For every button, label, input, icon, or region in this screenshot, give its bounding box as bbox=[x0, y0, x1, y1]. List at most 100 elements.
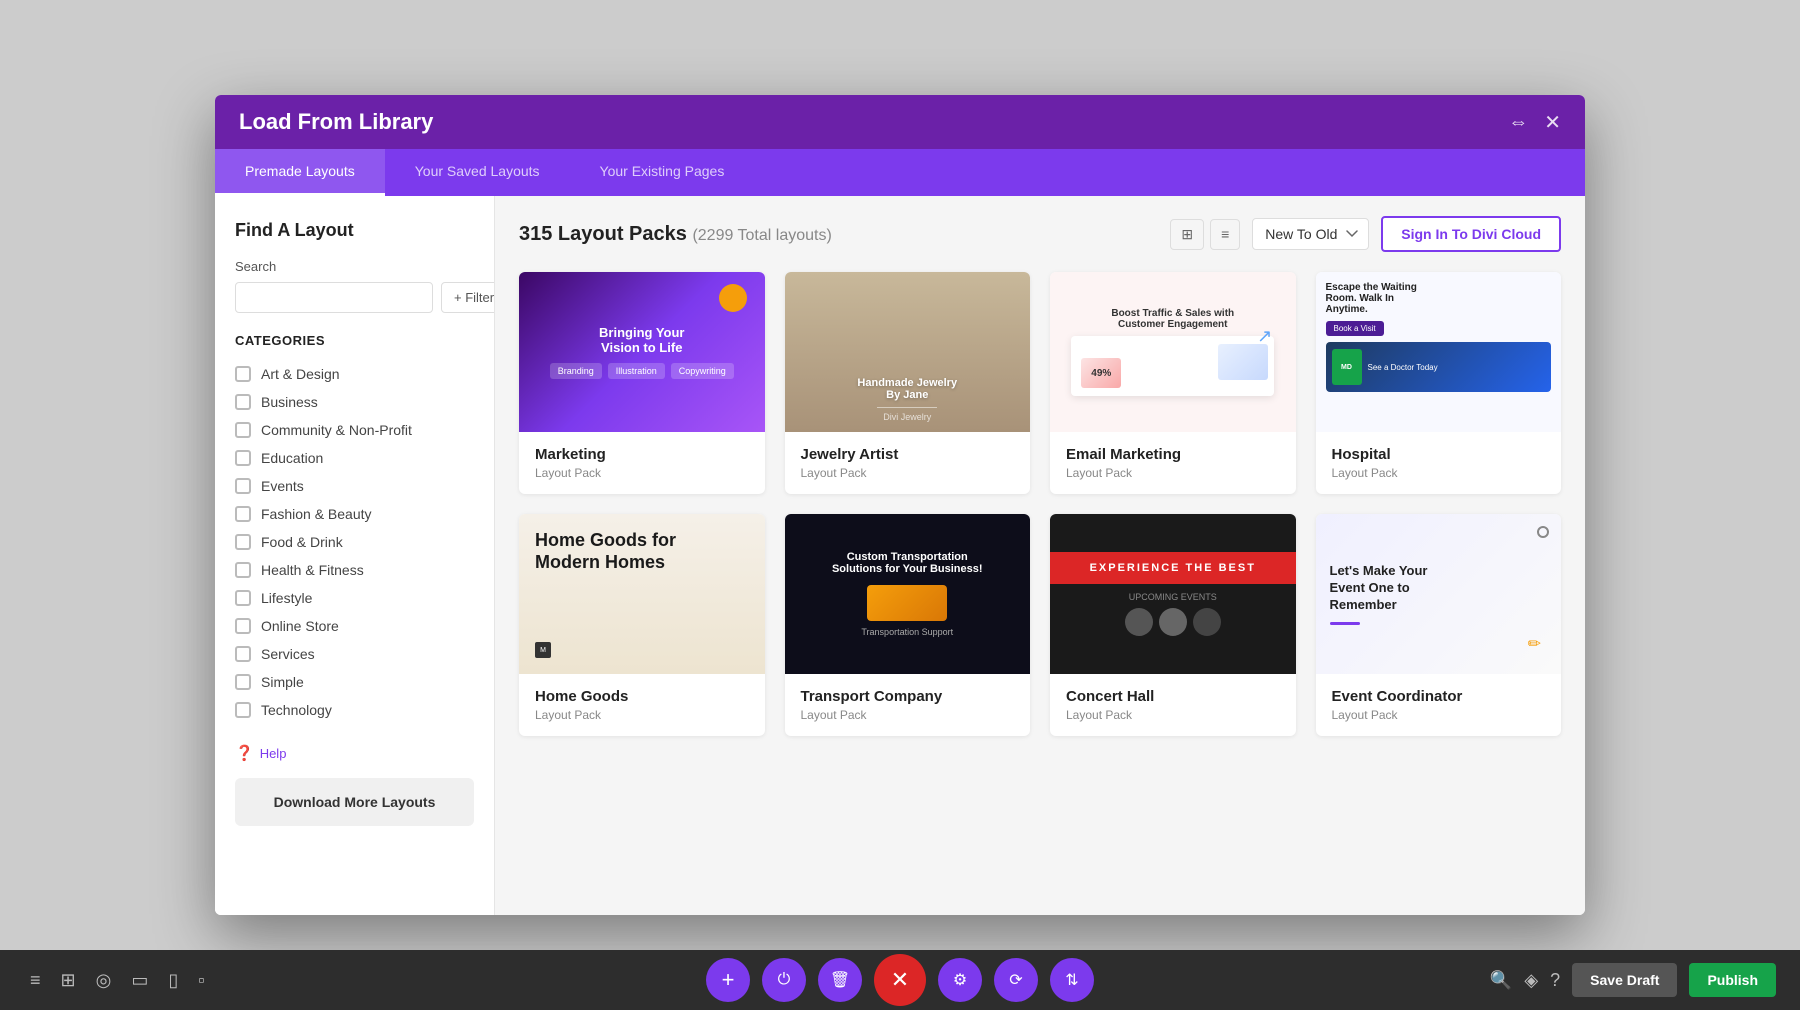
power-button[interactable]: ⏻ bbox=[762, 958, 806, 1002]
search-toolbar-icon[interactable]: 🔍 bbox=[1490, 970, 1512, 991]
tab-saved-layouts[interactable]: Your Saved Layouts bbox=[385, 149, 570, 196]
resize-button[interactable]: ⇔ bbox=[1508, 111, 1528, 134]
tab-bar: Premade Layouts Your Saved Layouts Your … bbox=[215, 149, 1585, 196]
card-image-jewelry-artist: Handmade JewelryBy Jane Divi Jewelry bbox=[785, 272, 1031, 432]
card-email-marketing[interactable]: Boost Traffic & Sales withCustomer Engag… bbox=[1050, 272, 1296, 494]
card-image-event-coordinator: Let's Make YourEvent One toRemember ✏ bbox=[1316, 514, 1562, 674]
category-name-simple: Simple bbox=[261, 674, 304, 690]
settings-button[interactable]: ⚙ bbox=[938, 958, 982, 1002]
search-row: + Filter bbox=[235, 282, 474, 313]
category-checkbox-services[interactable] bbox=[235, 646, 251, 662]
history-button[interactable]: ⟳ bbox=[994, 958, 1038, 1002]
grid-icon[interactable]: ⊞ bbox=[55, 964, 82, 997]
category-item-fashion-beauty[interactable]: Fashion & Beauty bbox=[235, 500, 474, 528]
publish-button[interactable]: Publish bbox=[1689, 963, 1776, 997]
modal-body: Find A Layout Search + Filter Categories… bbox=[215, 196, 1585, 915]
category-item-business[interactable]: Business bbox=[235, 388, 474, 416]
category-checkbox-lifestyle[interactable] bbox=[235, 590, 251, 606]
card-image-transport-company: Custom TransportationSolutions for Your … bbox=[785, 514, 1031, 674]
category-checkbox-education[interactable] bbox=[235, 450, 251, 466]
category-name-services: Services bbox=[261, 646, 315, 662]
category-name-education: Education bbox=[261, 450, 323, 466]
help-link[interactable]: ❓ Help bbox=[235, 744, 474, 762]
layers-icon[interactable]: ◈ bbox=[1524, 970, 1538, 991]
card-name-transport-company: Transport Company bbox=[801, 688, 1015, 705]
category-checkbox-business[interactable] bbox=[235, 394, 251, 410]
card-hospital[interactable]: Escape the WaitingRoom. Walk InAnytime. … bbox=[1316, 272, 1562, 494]
category-checkbox-events[interactable] bbox=[235, 478, 251, 494]
category-checkbox-health-fitness[interactable] bbox=[235, 562, 251, 578]
category-checkbox-art-design[interactable] bbox=[235, 366, 251, 382]
tab-existing-pages[interactable]: Your Existing Pages bbox=[570, 149, 755, 196]
category-name-art-design: Art & Design bbox=[261, 366, 340, 382]
category-item-health-fitness[interactable]: Health & Fitness bbox=[235, 556, 474, 584]
sign-in-button[interactable]: Sign In To Divi Cloud bbox=[1381, 216, 1561, 252]
card-home-goods[interactable]: Home Goods forModern Homes M Home Goods … bbox=[519, 514, 765, 736]
card-concert-hall[interactable]: EXPERIENCE THE BEST UPCOMING EVENTS Conc… bbox=[1050, 514, 1296, 736]
grid-view-button[interactable]: ⊞ bbox=[1170, 219, 1204, 250]
search-input[interactable] bbox=[235, 282, 433, 313]
download-more-title: Download More Layouts bbox=[251, 794, 458, 810]
list-view-button[interactable]: ≡ bbox=[1210, 219, 1240, 250]
card-event-coordinator[interactable]: Let's Make YourEvent One toRemember ✏ Ev… bbox=[1316, 514, 1562, 736]
layout-count-title: 315 Layout Packs (2299 Total layouts) bbox=[519, 223, 832, 245]
category-item-education[interactable]: Education bbox=[235, 444, 474, 472]
category-item-community[interactable]: Community & Non-Profit bbox=[235, 416, 474, 444]
category-checkbox-food-drink[interactable] bbox=[235, 534, 251, 550]
main-content: 315 Layout Packs (2299 Total layouts) ⊞ … bbox=[495, 196, 1585, 915]
categories-label: Categories bbox=[235, 333, 474, 348]
category-item-online-store[interactable]: Online Store bbox=[235, 612, 474, 640]
close-button[interactable]: ✕ bbox=[1544, 110, 1561, 135]
category-checkbox-simple[interactable] bbox=[235, 674, 251, 690]
card-jewelry-artist[interactable]: Handmade JewelryBy Jane Divi Jewelry Jew… bbox=[785, 272, 1031, 494]
desktop-icon[interactable]: ▭ bbox=[125, 964, 154, 997]
cards-grid: Bringing YourVision to Life Branding Ill… bbox=[519, 272, 1561, 736]
category-name-business: Business bbox=[261, 394, 318, 410]
filter-button[interactable]: + Filter bbox=[441, 282, 495, 313]
category-item-art-design[interactable]: Art & Design bbox=[235, 360, 474, 388]
category-checkbox-online-store[interactable] bbox=[235, 618, 251, 634]
category-item-technology[interactable]: Technology bbox=[235, 696, 474, 724]
mobile-icon[interactable]: ▫ bbox=[192, 964, 210, 997]
category-item-food-drink[interactable]: Food & Drink bbox=[235, 528, 474, 556]
card-type-jewelry-artist: Layout Pack bbox=[801, 466, 1015, 480]
card-info-marketing: Marketing Layout Pack bbox=[519, 432, 765, 494]
card-name-email-marketing: Email Marketing bbox=[1066, 446, 1280, 463]
card-marketing[interactable]: Bringing YourVision to Life Branding Ill… bbox=[519, 272, 765, 494]
add-button[interactable]: + bbox=[706, 958, 750, 1002]
modal-title: Load From Library bbox=[239, 109, 433, 135]
modal: Load From Library ⇔ ✕ Premade Layouts Yo… bbox=[215, 95, 1585, 915]
card-type-marketing: Layout Pack bbox=[535, 466, 749, 480]
content-topbar: 315 Layout Packs (2299 Total layouts) ⊞ … bbox=[519, 216, 1561, 252]
topbar-right: ⊞ ≡ New To OldOld To NewA to ZZ to A Sig… bbox=[1170, 216, 1561, 252]
card-transport-company[interactable]: Custom TransportationSolutions for Your … bbox=[785, 514, 1031, 736]
close-x-button[interactable]: ✕ bbox=[874, 954, 926, 1006]
find-layout-title: Find A Layout bbox=[235, 220, 474, 241]
category-item-lifestyle[interactable]: Lifestyle bbox=[235, 584, 474, 612]
category-item-events[interactable]: Events bbox=[235, 472, 474, 500]
card-type-concert-hall: Layout Pack bbox=[1066, 708, 1280, 722]
category-item-services[interactable]: Services bbox=[235, 640, 474, 668]
category-item-simple[interactable]: Simple bbox=[235, 668, 474, 696]
responsive-button[interactable]: ⇅ bbox=[1050, 958, 1094, 1002]
search-icon[interactable]: ◎ bbox=[90, 964, 118, 997]
card-info-email-marketing: Email Marketing Layout Pack bbox=[1050, 432, 1296, 494]
help-toolbar-icon[interactable]: ? bbox=[1550, 970, 1560, 991]
card-name-event-coordinator: Event Coordinator bbox=[1332, 688, 1546, 705]
card-name-jewelry-artist: Jewelry Artist bbox=[801, 446, 1015, 463]
sidebar: Find A Layout Search + Filter Categories… bbox=[215, 196, 495, 915]
category-name-online-store: Online Store bbox=[261, 618, 339, 634]
tab-premade-layouts[interactable]: Premade Layouts bbox=[215, 149, 385, 196]
hamburger-icon[interactable]: ≡ bbox=[24, 964, 47, 997]
category-checkbox-fashion-beauty[interactable] bbox=[235, 506, 251, 522]
save-draft-button[interactable]: Save Draft bbox=[1572, 963, 1677, 997]
toolbar-center: + ⏻ 🗑 ✕ ⚙ ⟳ ⇅ bbox=[706, 954, 1094, 1006]
tablet-icon[interactable]: ▯ bbox=[162, 964, 184, 997]
sort-select[interactable]: New To OldOld To NewA to ZZ to A bbox=[1252, 218, 1369, 250]
trash-button[interactable]: 🗑 bbox=[818, 958, 862, 1002]
card-info-hospital: Hospital Layout Pack bbox=[1316, 432, 1562, 494]
category-name-fashion-beauty: Fashion & Beauty bbox=[261, 506, 372, 522]
category-checkbox-technology[interactable] bbox=[235, 702, 251, 718]
categories-list: Art & Design Business Community & Non-Prof… bbox=[235, 360, 474, 724]
category-checkbox-community[interactable] bbox=[235, 422, 251, 438]
